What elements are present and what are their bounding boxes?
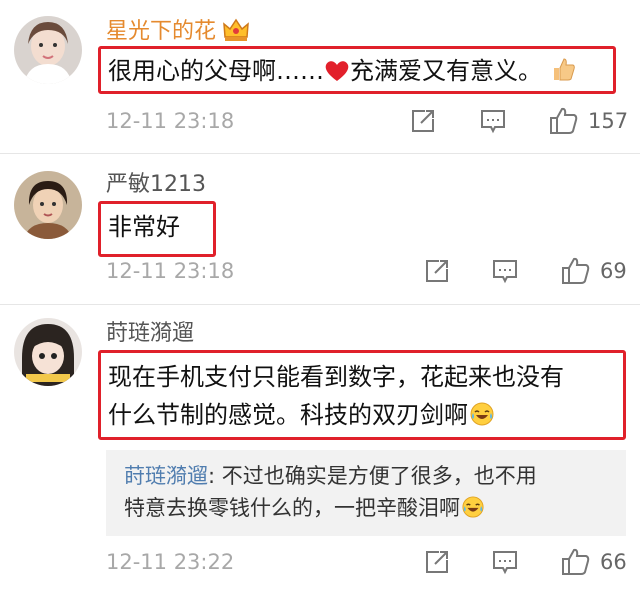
like-button[interactable]: 66	[560, 547, 630, 577]
comment-icon[interactable]	[490, 547, 520, 577]
timestamp: 12-11 23:22	[106, 550, 235, 574]
comment-text: 非常好	[108, 213, 180, 241]
share-icon[interactable]	[408, 106, 438, 136]
username[interactable]: 莳琏漪遛	[106, 320, 194, 348]
like-count: 69	[600, 259, 627, 283]
laugh-cry-emoji	[470, 399, 494, 437]
laugh-cry-emoji	[462, 495, 484, 527]
like-icon[interactable]	[560, 256, 592, 286]
comment-meta: 12-11 23:18 157	[106, 106, 629, 136]
thumbs-up-emoji	[550, 56, 576, 90]
comment-item: 星光下的花 很用心的父母啊…… 充满爱又有意义。 12-11 23:18 157	[0, 0, 640, 150]
avatar[interactable]	[14, 318, 82, 386]
comment-meta: 12-11 23:18 69	[106, 256, 627, 286]
avatar[interactable]	[14, 171, 82, 239]
reply-author[interactable]: 莳琏漪遛	[124, 464, 208, 488]
timestamp: 12-11 23:18	[106, 109, 235, 133]
comment-text: 很用心的父母啊…… 充满爱又有意义。	[108, 55, 576, 90]
like-count: 157	[588, 109, 629, 133]
heart-icon	[324, 58, 350, 90]
comment-meta: 12-11 23:22 66	[106, 547, 627, 577]
comment-text: 现在手机支付只能看到数字，花起来也没有 什么节制的感觉。科技的双刃剑啊	[108, 358, 564, 437]
reply-text: 莳琏漪遛: 不过也确实是方便了很多，也不用 特意去换零钱什么的，一把辛酸泪啊	[124, 460, 537, 527]
comment-icon[interactable]	[478, 106, 508, 136]
share-icon[interactable]	[422, 256, 452, 286]
divider	[0, 153, 640, 154]
like-button[interactable]: 157	[548, 106, 629, 136]
comment-item: 莳琏漪遛 现在手机支付只能看到数字，花起来也没有 什么节制的感觉。科技的双刃剑啊…	[0, 306, 640, 593]
timestamp: 12-11 23:18	[106, 259, 235, 283]
like-button[interactable]: 69	[560, 256, 630, 286]
comment-icon[interactable]	[490, 256, 520, 286]
reply-box[interactable]: 莳琏漪遛: 不过也确实是方便了很多，也不用 特意去换零钱什么的，一把辛酸泪啊	[106, 450, 626, 536]
like-icon[interactable]	[560, 547, 592, 577]
username[interactable]: 严敏1213	[106, 171, 206, 199]
like-icon[interactable]	[548, 106, 580, 136]
share-icon[interactable]	[422, 547, 452, 577]
avatar[interactable]	[14, 16, 82, 84]
divider	[0, 304, 640, 305]
like-count: 66	[600, 550, 627, 574]
comment-item: 严敏1213 非常好 12-11 23:18 69	[0, 155, 640, 305]
